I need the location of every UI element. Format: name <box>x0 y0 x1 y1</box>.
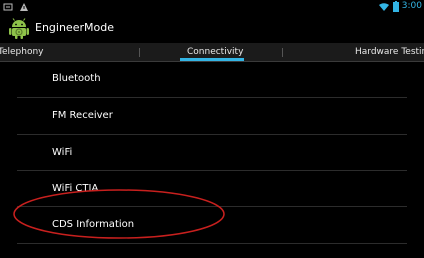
status-bar: 3:00 <box>0 0 424 13</box>
list-divider <box>17 243 407 244</box>
tab-separator <box>282 48 283 57</box>
tab-hardware-testing[interactable]: Hardware Testing <box>355 46 424 58</box>
list-item-wifi-ctia[interactable]: WiFi CTIA <box>0 171 424 207</box>
tab-separator <box>139 48 140 57</box>
tab-telephony[interactable]: Telephony <box>0 46 44 58</box>
android-debug-icon <box>3 3 13 10</box>
app-title: EngineerMode <box>35 21 114 34</box>
status-right-icons: 3:00 <box>378 0 422 13</box>
list-item-label: FM Receiver <box>52 110 113 121</box>
list-item-bluetooth[interactable]: Bluetooth <box>0 61 424 97</box>
list-item-wifi[interactable]: WiFi <box>0 135 424 171</box>
warning-icon <box>20 2 28 11</box>
action-bar: EngineerMode <box>0 13 424 43</box>
status-left-icons <box>3 1 29 12</box>
tab-connectivity[interactable]: Connectivity <box>187 46 243 58</box>
connectivity-list: Bluetooth FM Receiver WiFi WiFi CTIA CDS… <box>0 61 424 258</box>
list-item-label: WiFi <box>52 147 73 158</box>
list-item-cds-information[interactable]: CDS Information <box>0 207 424 243</box>
battery-icon <box>392 1 399 12</box>
tab-bar: Telephony Connectivity Hardware Testing <box>0 43 424 62</box>
status-clock: 3:00 <box>401 1 422 11</box>
android-robot-icon[interactable] <box>7 16 31 40</box>
list-item-fm-receiver[interactable]: FM Receiver <box>0 98 424 134</box>
list-item-label: Bluetooth <box>52 73 101 84</box>
wifi-icon <box>378 2 389 11</box>
list-item-label: WiFi CTIA <box>52 183 99 194</box>
list-item-label: CDS Information <box>52 219 135 230</box>
